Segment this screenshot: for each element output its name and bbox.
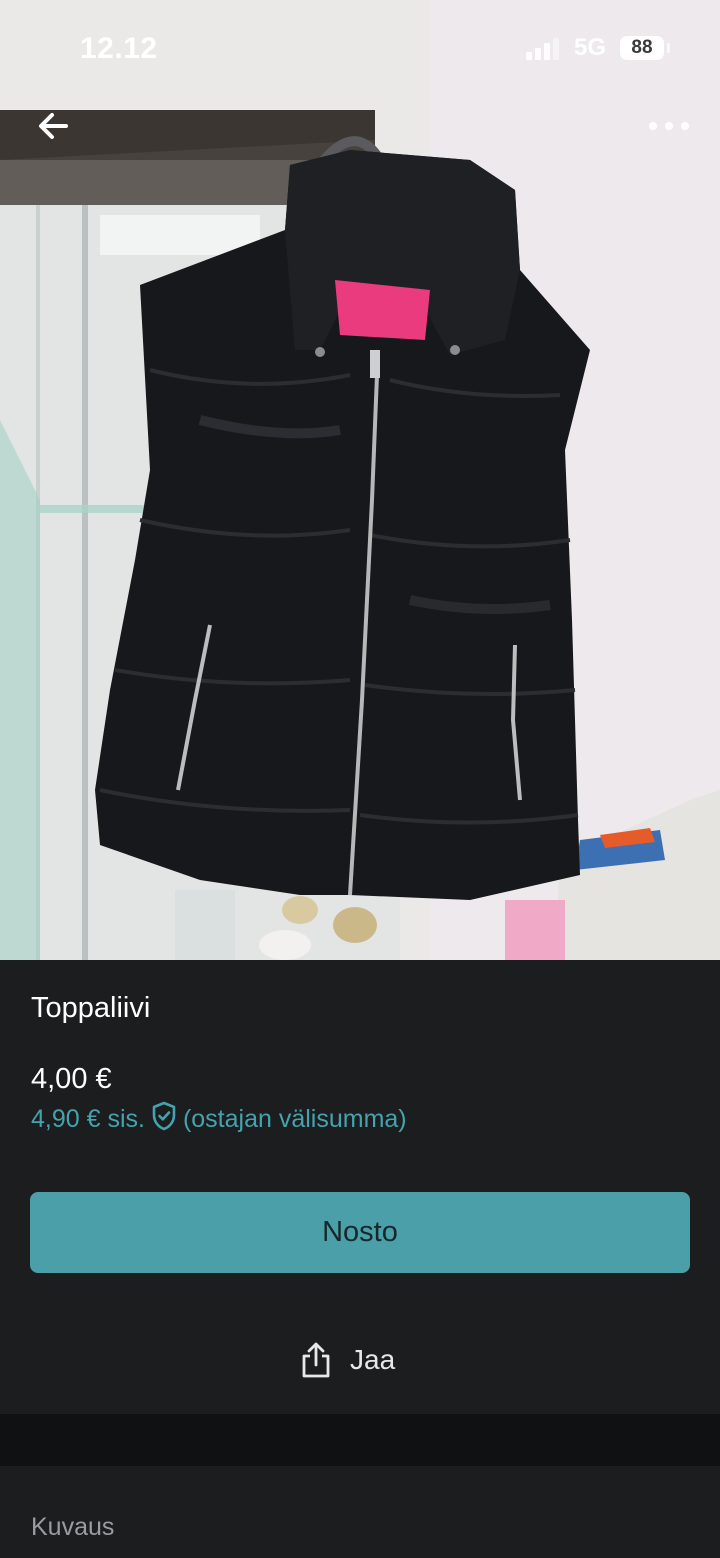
signal-icon: [526, 38, 562, 65]
bump-button[interactable]: Nosto: [30, 1192, 690, 1273]
description-heading: Kuvaus: [31, 1513, 115, 1541]
share-label: Jaa: [350, 1344, 396, 1375]
battery-icon: 88: [620, 36, 664, 60]
share-button[interactable]: Jaa: [300, 1334, 395, 1386]
buyer-price[interactable]: 4,90 € sis. (ostajan välisumma): [31, 1101, 407, 1138]
status-time: 12.12: [80, 32, 158, 65]
section-divider: [0, 1414, 720, 1466]
description-section: Kuvaus: [0, 1466, 720, 1558]
status-bar: 12.12 5G 88: [0, 0, 720, 96]
product-title: Toppaliivi: [31, 992, 151, 1024]
buyer-price-note: (ostajan välisumma): [182, 1105, 407, 1133]
more-dots-icon: [649, 122, 689, 130]
battery-tip: [667, 43, 670, 53]
product-image: [0, 0, 720, 960]
back-button[interactable]: [34, 106, 74, 146]
buyer-price-amount: 4,90 € sis.: [31, 1105, 145, 1133]
product-price: 4,00 €: [31, 1063, 112, 1095]
network-type: 5G: [574, 34, 607, 61]
shield-check-icon: [151, 1101, 177, 1138]
product-photo[interactable]: [0, 0, 720, 960]
share-icon: [300, 1341, 332, 1379]
battery-level: 88: [631, 37, 653, 58]
arrow-left-icon: [39, 113, 68, 139]
more-options-button[interactable]: [646, 112, 692, 140]
